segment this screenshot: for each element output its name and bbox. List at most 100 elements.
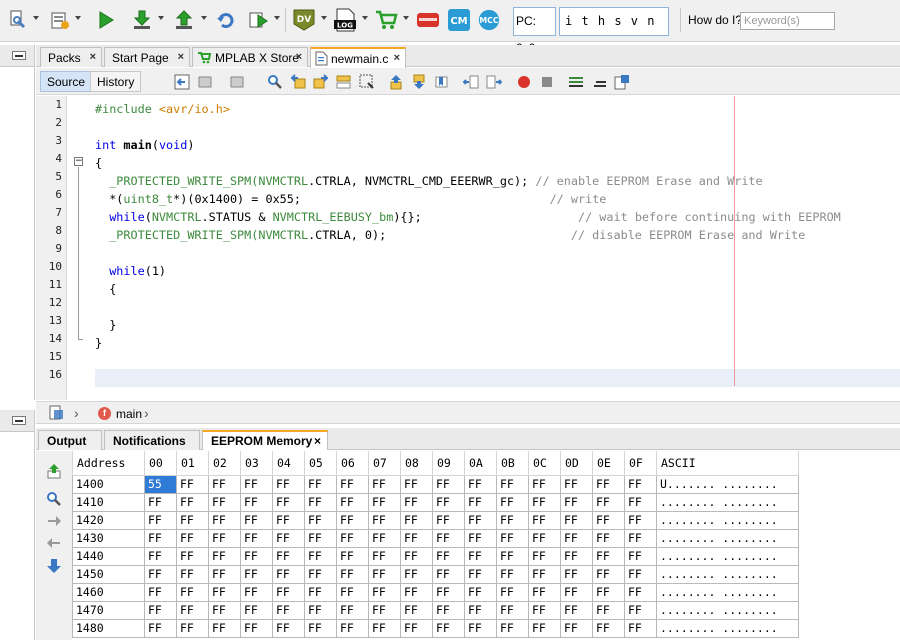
chevron-down-icon[interactable] (158, 16, 164, 20)
memory-byte-cell[interactable]: FF (368, 582, 401, 602)
memory-byte-cell[interactable]: FF (528, 546, 561, 566)
find-icon[interactable] (266, 73, 284, 91)
memory-byte-cell[interactable]: FF (368, 600, 401, 620)
memory-byte-cell[interactable]: FF (592, 546, 625, 566)
cart-store-icon[interactable] (374, 7, 398, 33)
find-next-icon[interactable] (312, 73, 330, 91)
memory-byte-cell[interactable]: FF (400, 600, 433, 620)
chevron-down-icon[interactable] (403, 16, 409, 20)
memory-byte-cell[interactable]: FF (528, 600, 561, 620)
compile-file-icon[interactable] (613, 73, 631, 91)
tab-output[interactable]: Output (38, 430, 102, 450)
memory-byte-cell[interactable]: FF (208, 474, 241, 494)
memory-byte-cell[interactable]: FF (304, 564, 337, 584)
memory-byte-cell[interactable]: FF (368, 474, 401, 494)
memory-byte-cell[interactable]: FF (400, 510, 433, 530)
memory-byte-cell[interactable]: FF (496, 492, 529, 512)
tab-newmain-c[interactable]: newmain.c × (310, 47, 406, 68)
memory-byte-cell[interactable]: FF (368, 492, 401, 512)
memory-byte-cell[interactable]: FF (624, 618, 657, 638)
memory-byte-cell[interactable]: FF (304, 582, 337, 602)
tab-eeprom-memory[interactable]: EEPROM Memory × (202, 430, 328, 450)
memory-byte-cell[interactable]: FF (304, 528, 337, 548)
tab-packs[interactable]: Packs × (40, 47, 102, 67)
memory-byte-cell[interactable]: FF (560, 492, 593, 512)
memory-byte-cell[interactable]: FF (560, 564, 593, 584)
memory-byte-cell[interactable]: FF (592, 492, 625, 512)
memory-byte-cell[interactable]: FF (592, 564, 625, 584)
memory-byte-cell[interactable]: FF (272, 582, 305, 602)
memory-byte-cell[interactable]: FF (400, 474, 433, 494)
memory-byte-cell[interactable]: FF (144, 510, 177, 530)
memory-byte-cell[interactable]: FF (400, 618, 433, 638)
memory-byte-cell[interactable]: FF (368, 546, 401, 566)
start-macro-recording-icon[interactable] (515, 73, 533, 91)
memory-byte-cell[interactable]: FF (528, 528, 561, 548)
memory-byte-cell[interactable]: FF (336, 546, 369, 566)
memory-byte-cell[interactable]: FF (400, 564, 433, 584)
close-icon[interactable]: × (394, 52, 400, 64)
memory-byte-cell[interactable]: FF (560, 510, 593, 530)
memory-byte-cell[interactable]: FF (464, 546, 497, 566)
memory-byte-cell[interactable]: FF (208, 528, 241, 548)
back-icon[interactable] (46, 535, 62, 551)
memory-byte-cell[interactable]: FF (592, 510, 625, 530)
memory-byte-cell[interactable]: FF (432, 474, 465, 494)
memory-byte-cell[interactable]: FF (304, 510, 337, 530)
memory-byte-cell[interactable]: FF (304, 492, 337, 512)
upload-icon[interactable] (172, 7, 196, 33)
memory-byte-cell[interactable]: FF (496, 600, 529, 620)
memory-byte-cell[interactable]: FF (208, 582, 241, 602)
memory-byte-cell[interactable]: FF (272, 564, 305, 584)
find-memory-icon[interactable] (46, 491, 62, 507)
memory-byte-cell[interactable]: FF (400, 492, 433, 512)
back-icon[interactable] (197, 73, 215, 91)
build-configuration-icon[interactable] (48, 7, 72, 33)
code-editor[interactable]: − #include <avr/io.h> int main(void) { _… (68, 96, 900, 400)
close-icon[interactable]: × (178, 51, 184, 63)
minimize-button[interactable] (12, 416, 26, 425)
memory-byte-cell[interactable]: FF (464, 528, 497, 548)
memory-byte-cell[interactable]: FF (560, 546, 593, 566)
memory-byte-cell[interactable]: FF (592, 528, 625, 548)
memory-byte-cell[interactable]: FF (240, 528, 273, 548)
refresh-memory-icon[interactable] (46, 463, 62, 479)
history-view-button[interactable]: History (90, 71, 142, 92)
memory-byte-cell[interactable]: FF (272, 546, 305, 566)
memory-byte-cell[interactable]: FF (560, 600, 593, 620)
memory-byte-cell[interactable]: FF (176, 546, 209, 566)
memory-byte-cell[interactable]: FF (176, 510, 209, 530)
download-icon[interactable] (130, 7, 154, 33)
arrow-down-icon[interactable] (46, 558, 62, 574)
memory-byte-cell[interactable]: FF (144, 492, 177, 512)
memory-byte-cell[interactable]: FF (624, 528, 657, 548)
memory-byte-cell[interactable]: FF (240, 474, 273, 494)
memory-byte-cell[interactable]: FF (400, 546, 433, 566)
memory-byte-cell[interactable]: FF (528, 618, 561, 638)
memory-byte-cell[interactable]: FF (528, 474, 561, 494)
keyword-search-input[interactable] (740, 12, 835, 30)
memory-byte-cell[interactable]: FF (368, 510, 401, 530)
memory-byte-cell[interactable]: FF (496, 474, 529, 494)
memory-byte-cell[interactable]: FF (592, 618, 625, 638)
memory-byte-cell[interactable]: FF (240, 546, 273, 566)
memory-byte-cell[interactable]: FF (304, 618, 337, 638)
memory-byte-cell[interactable]: FF (144, 618, 177, 638)
memory-byte-cell[interactable]: FF (464, 600, 497, 620)
memory-byte-cell[interactable]: FF (464, 564, 497, 584)
shift-left-icon[interactable] (462, 73, 480, 91)
memory-byte-cell[interactable]: FF (464, 492, 497, 512)
memory-byte-cell[interactable]: FF (336, 474, 369, 494)
memory-byte-cell[interactable]: FF (624, 546, 657, 566)
shift-right-icon[interactable] (485, 73, 503, 91)
memory-byte-cell[interactable]: FF (176, 492, 209, 512)
memory-byte-cell[interactable]: FF (272, 600, 305, 620)
memory-byte-cell[interactable]: FF (400, 582, 433, 602)
memory-byte-cell[interactable]: FF (368, 618, 401, 638)
chevron-down-icon[interactable] (362, 16, 368, 20)
toggle-highlight-icon[interactable] (335, 73, 353, 91)
memory-byte-cell[interactable]: FF (208, 564, 241, 584)
comment-icon[interactable] (567, 73, 585, 91)
find-previous-icon[interactable] (289, 73, 307, 91)
memory-byte-cell[interactable]: FF (304, 546, 337, 566)
